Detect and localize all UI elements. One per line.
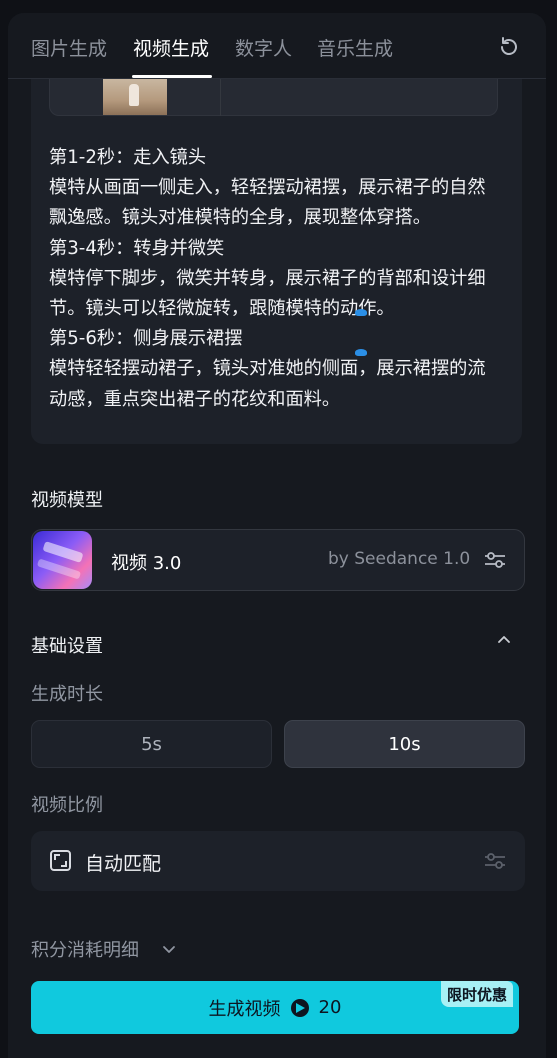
tab-digital-human[interactable]: 数字人 xyxy=(235,34,292,61)
video-model-selector[interactable]: 视频 3.0 by Seedance 1.0 xyxy=(31,529,525,591)
model-provider: by Seedance 1.0 xyxy=(328,549,471,569)
video-generation-panel: 图片生成 视频生成 数字人 音乐生成 第1-2秒：走入镜头 模特从画面一侧走入，… xyxy=(8,13,546,1058)
model-thumbnail xyxy=(33,531,92,589)
active-tab-indicator xyxy=(132,75,212,78)
chevron-up-icon[interactable] xyxy=(496,632,512,648)
basic-settings-title: 基础设置 xyxy=(31,636,103,657)
aspect-ratio-selector[interactable]: 自动匹配 xyxy=(31,831,525,891)
ratio-label: 视频比例 xyxy=(31,795,103,816)
generate-label: 生成视频 xyxy=(208,998,281,1020)
aspect-ratio-icon xyxy=(50,850,71,871)
tab-video-generation[interactable]: 视频生成 xyxy=(133,34,209,61)
cursor-marker xyxy=(355,309,367,316)
prompt-card[interactable]: 第1-2秒：走入镜头 模特从画面一侧走入，轻轻摆动裙摆，展示裙子的自然飘逸感。镜… xyxy=(31,53,522,444)
tab-music-generation[interactable]: 音乐生成 xyxy=(317,34,393,61)
duration-label: 生成时长 xyxy=(31,684,103,705)
cursor-marker xyxy=(355,349,367,356)
reference-image-thumbnail[interactable] xyxy=(103,78,167,115)
refresh-icon[interactable] xyxy=(497,35,521,59)
tab-bar: 图片生成 视频生成 数字人 音乐生成 xyxy=(8,13,546,79)
tab-image-generation[interactable]: 图片生成 xyxy=(31,34,107,61)
duration-5s-button[interactable]: 5s xyxy=(31,720,272,768)
credit-coin-icon xyxy=(290,998,309,1017)
video-model-title: 视频模型 xyxy=(31,490,103,511)
chevron-down-icon[interactable] xyxy=(162,942,176,956)
prompt-text[interactable]: 第1-2秒：走入镜头 模特从画面一侧走入，轻轻摆动裙摆，展示裙子的自然飘逸感。镜… xyxy=(49,143,499,415)
model-name: 视频 3.0 xyxy=(111,553,182,574)
sliders-icon[interactable] xyxy=(484,851,506,871)
sliders-icon[interactable] xyxy=(484,550,506,570)
duration-10s-button[interactable]: 10s xyxy=(284,720,525,768)
generate-cost: 20 xyxy=(318,997,342,1018)
ratio-value: 自动匹配 xyxy=(85,853,162,875)
reference-image-strip xyxy=(49,78,498,116)
credits-detail-toggle[interactable]: 积分消耗明细 xyxy=(31,936,139,962)
promo-badge: 限时优惠 xyxy=(441,981,514,1007)
